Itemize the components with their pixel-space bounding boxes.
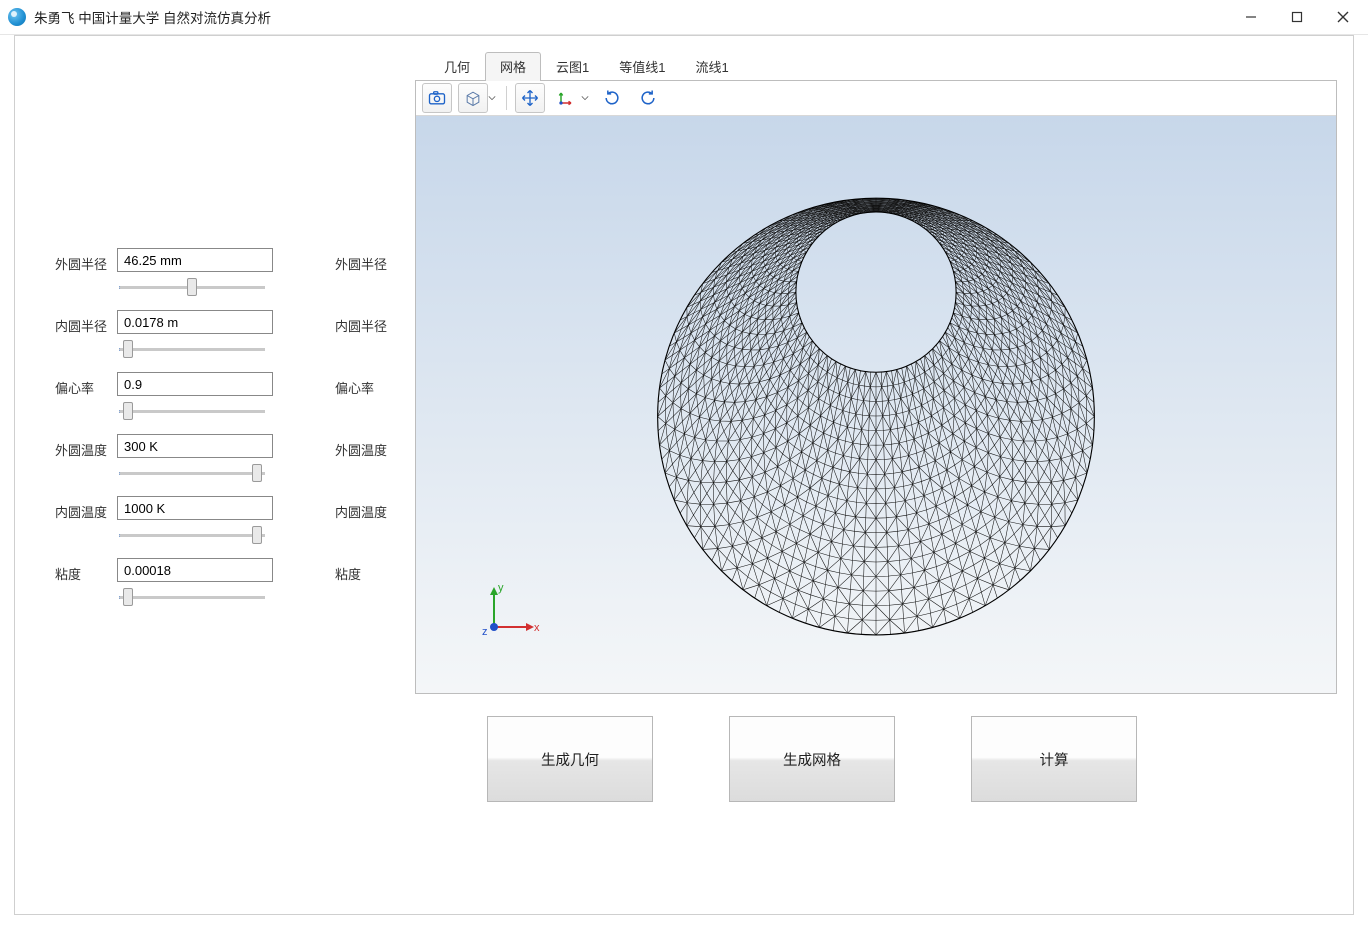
param-input-inner_radius[interactable] xyxy=(117,310,273,334)
toolbar-separator xyxy=(506,86,507,110)
main-frame: 外圆半径 外圆半径内圆半径 内圆半径偏心率 偏心率外圆温度 外圆温度内圆温度 内圆温度粘度… xyxy=(14,35,1354,915)
param-row-inner_temp: 内圆温度 内圆温度 xyxy=(55,494,415,556)
window-title: 朱勇飞 中国计量大学 自然对流仿真分析 xyxy=(34,7,271,27)
param-echo-outer_temp: 外圆温度 xyxy=(335,440,387,459)
param-input-outer_temp[interactable] xyxy=(117,434,273,458)
param-input-outer_radius[interactable] xyxy=(117,248,273,272)
axes-icon[interactable] xyxy=(551,83,581,113)
chevron-down-icon[interactable] xyxy=(487,90,497,106)
window-close-button[interactable] xyxy=(1320,0,1366,34)
tab-4[interactable]: 流线1 xyxy=(681,52,744,81)
graphics-frame: y x z xyxy=(415,80,1337,694)
param-slider-inner_temp[interactable] xyxy=(119,526,265,544)
move-icon[interactable] xyxy=(515,83,545,113)
param-row-eccentricity: 偏心率 偏心率 xyxy=(55,370,415,432)
generate-mesh-button[interactable]: 生成网格 xyxy=(729,716,895,802)
chevron-down-icon[interactable] xyxy=(580,90,590,106)
param-row-outer_radius: 外圆半径 外圆半径 xyxy=(55,246,415,308)
param-row-viscosity: 粘度 粘度 xyxy=(55,556,415,618)
parameters-panel: 外圆半径 外圆半径内圆半径 内圆半径偏心率 偏心率外圆温度 外圆温度内圆温度 内圆温度粘度… xyxy=(55,246,415,618)
rotate-ccw-icon[interactable] xyxy=(633,83,663,113)
param-label-outer_radius: 外圆半径 xyxy=(55,254,115,273)
param-echo-inner_radius: 内圆半径 xyxy=(335,316,387,335)
param-echo-eccentricity: 偏心率 xyxy=(335,378,374,397)
param-row-outer_temp: 外圆温度 外圆温度 xyxy=(55,432,415,494)
compute-button[interactable]: 计算 xyxy=(971,716,1137,802)
title-bar: 朱勇飞 中国计量大学 自然对流仿真分析 xyxy=(0,0,1368,35)
param-label-outer_temp: 外圆温度 xyxy=(55,440,115,459)
param-slider-outer_temp[interactable] xyxy=(119,464,265,482)
tab-0[interactable]: 几何 xyxy=(429,52,485,81)
view-area: 几何网格云图1等值线1流线1 xyxy=(415,54,1337,694)
window-minimize-button[interactable] xyxy=(1228,0,1274,34)
param-slider-outer_radius[interactable] xyxy=(119,278,265,296)
param-echo-outer_radius: 外圆半径 xyxy=(335,254,387,273)
view-tabs: 几何网格云图1等值线1流线1 xyxy=(415,54,1337,80)
param-slider-inner_radius[interactable] xyxy=(119,340,265,358)
window-maximize-button[interactable] xyxy=(1274,0,1320,34)
tab-2[interactable]: 云图1 xyxy=(541,52,604,81)
tab-3[interactable]: 等值线1 xyxy=(604,52,680,81)
graphics-canvas[interactable]: y x z xyxy=(416,116,1336,693)
tab-1[interactable]: 网格 xyxy=(485,52,541,81)
param-slider-viscosity[interactable] xyxy=(119,588,265,606)
camera-icon[interactable] xyxy=(422,83,452,113)
rotate-cw-icon[interactable] xyxy=(597,83,627,113)
param-input-eccentricity[interactable] xyxy=(117,372,273,396)
param-slider-eccentricity[interactable] xyxy=(119,402,265,420)
param-echo-viscosity: 粘度 xyxy=(335,564,361,583)
param-input-viscosity[interactable] xyxy=(117,558,273,582)
cube-icon[interactable] xyxy=(458,83,488,113)
param-echo-inner_temp: 内圆温度 xyxy=(335,502,387,521)
param-label-eccentricity: 偏心率 xyxy=(55,378,115,397)
param-label-inner_temp: 内圆温度 xyxy=(55,502,115,521)
param-label-viscosity: 粘度 xyxy=(55,564,115,583)
app-icon xyxy=(8,8,26,26)
graphics-toolbar xyxy=(416,81,1336,116)
action-buttons: 生成几何 生成网格 计算 xyxy=(487,716,1137,802)
generate-geometry-button[interactable]: 生成几何 xyxy=(487,716,653,802)
param-input-inner_temp[interactable] xyxy=(117,496,273,520)
param-label-inner_radius: 内圆半径 xyxy=(55,316,115,335)
param-row-inner_radius: 内圆半径 内圆半径 xyxy=(55,308,415,370)
